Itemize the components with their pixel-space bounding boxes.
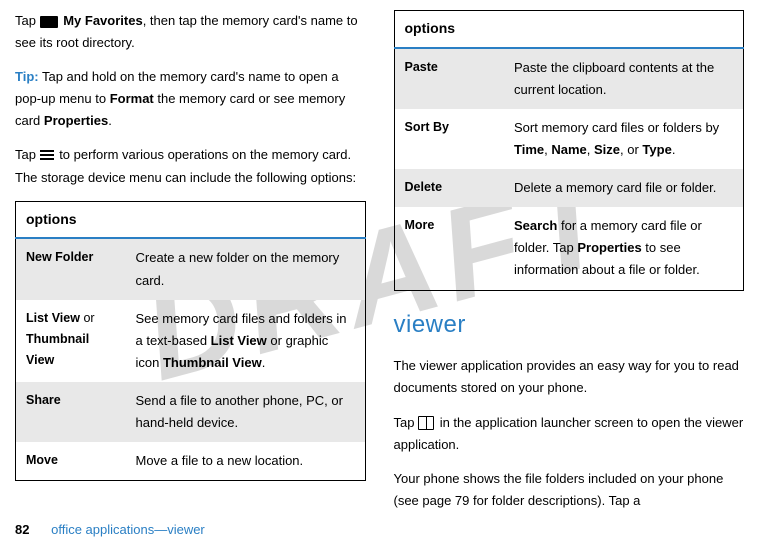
text: in the application launcher screen to op… [394,415,744,452]
option-label: Paste [394,48,504,109]
text: . [262,355,266,370]
table-header: options [394,11,744,48]
text: , or [620,142,642,157]
text: . [672,142,676,157]
text: List View [26,311,80,325]
option-desc: Delete a memory card file or folder. [504,169,744,207]
table-header: options [16,201,366,238]
option-desc: Sort memory card files or folders by Tim… [504,109,744,169]
option-label: List View or Thumbnail View [16,300,126,382]
para-menu: Tap to perform various operations on the… [15,144,366,188]
table-row: List View or Thumbnail View See memory c… [16,300,366,382]
option-desc: Move a file to a new location. [126,442,366,481]
text: Tap [15,13,40,28]
text: Tap [394,415,419,430]
viewer-para3: Your phone shows the file folders includ… [394,468,745,512]
menu-icon [40,150,54,162]
text: Name [551,142,586,157]
text: Thumbnail View [26,332,89,367]
text: Type [642,142,671,157]
left-column: Tap My Favorites, then tap the memory ca… [15,10,366,524]
option-label: Delete [394,169,504,207]
text: to perform various operations on the mem… [15,147,356,184]
option-label: Share [16,382,126,442]
viewer-para1: The viewer application provides an easy … [394,355,745,399]
option-label: New Folder [16,238,126,299]
page-content: Tap My Favorites, then tap the memory ca… [0,0,759,534]
option-label: More [394,207,504,290]
option-desc: Search for a memory card file or folder.… [504,207,744,290]
viewer-heading: viewer [394,305,745,346]
option-label: Move [16,442,126,481]
options-table-left: options New Folder Create a new folder o… [15,201,366,482]
option-label: Sort By [394,109,504,169]
text: Thumbnail View [163,355,262,370]
my-favorites-label: My Favorites [63,13,142,28]
table-row: More Search for a memory card file or fo… [394,207,744,290]
folder-icon [40,16,58,28]
viewer-para2: Tap in the application launcher screen t… [394,412,745,456]
text: Tap [15,147,40,162]
table-row: Sort By Sort memory card files or folder… [394,109,744,169]
right-column: options Paste Paste the clipboard conten… [394,10,745,524]
text: Sort memory card files or folders by [514,120,719,135]
text: Search [514,218,557,233]
text: Time [514,142,544,157]
tip-label: Tip: [15,69,39,84]
book-icon [418,416,434,430]
para-tap-favorites: Tap My Favorites, then tap the memory ca… [15,10,366,54]
text: Properties [577,240,641,255]
text: . [108,113,112,128]
text: Size [594,142,620,157]
table-row: Paste Paste the clipboard contents at th… [394,48,744,109]
options-table-right: options Paste Paste the clipboard conten… [394,10,745,291]
para-tip: Tip: Tap and hold on the memory card's n… [15,66,366,132]
table-row: Move Move a file to a new location. [16,442,366,481]
text: List View [211,333,267,348]
text: or [80,311,95,325]
text: , [587,142,594,157]
option-desc: See memory card files and folders in a t… [126,300,366,382]
option-desc: Paste the clipboard contents at the curr… [504,48,744,109]
table-row: Share Send a file to another phone, PC, … [16,382,366,442]
option-desc: Send a file to another phone, PC, or han… [126,382,366,442]
format-label: Format [110,91,154,106]
properties-label: Properties [44,113,108,128]
option-desc: Create a new folder on the memory card. [126,238,366,299]
table-row: Delete Delete a memory card file or fold… [394,169,744,207]
table-row: New Folder Create a new folder on the me… [16,238,366,299]
